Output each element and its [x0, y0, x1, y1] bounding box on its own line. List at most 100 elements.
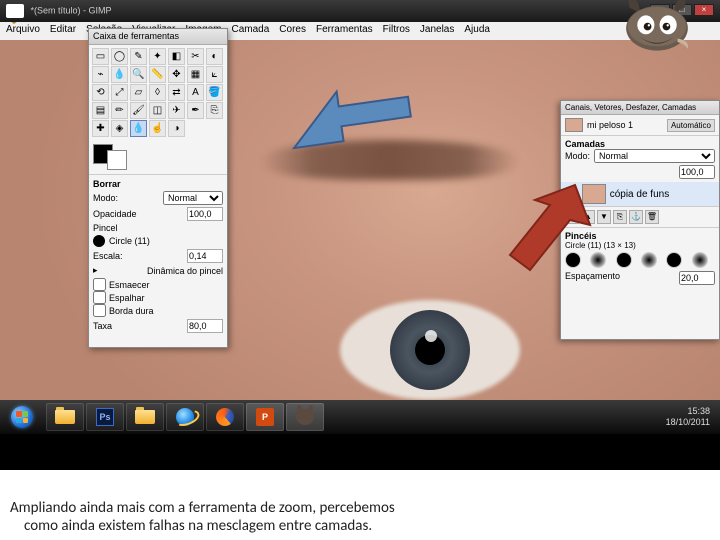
windows-logo-icon	[11, 406, 33, 428]
menu-ferramentas[interactable]: Ferramentas	[316, 24, 373, 38]
menu-editar[interactable]: Editar	[50, 24, 76, 38]
cb-esmaecer[interactable]: Esmaecer	[93, 278, 223, 291]
tool-paths[interactable]: ⌁	[92, 66, 109, 83]
start-button[interactable]	[4, 403, 40, 431]
tool-airbrush[interactable]: ✈	[168, 102, 185, 119]
tool-align[interactable]: ▦	[187, 66, 204, 83]
task-ie[interactable]	[166, 403, 204, 431]
tool-heal[interactable]: ✚	[92, 120, 109, 137]
brush-preview-icon	[93, 235, 105, 247]
mode-label: Modo:	[93, 193, 118, 203]
menu-janelas[interactable]: Janelas	[420, 24, 454, 38]
slide-caption: Ampliando ainda mais com a ferramenta de…	[0, 496, 720, 540]
layer-opacity-input[interactable]	[679, 165, 715, 179]
gimp-mascot-icon	[612, 0, 702, 54]
tool-smudge[interactable]: ☝	[149, 120, 166, 137]
tool-free-select[interactable]: ✎	[130, 48, 147, 65]
tool-flip[interactable]: ⇄	[168, 84, 185, 101]
brush-label: Pincel	[93, 223, 118, 233]
caption-line2: como ainda existem falhas na mesclagem e…	[10, 517, 710, 535]
image-eye	[340, 300, 520, 400]
task-gimp[interactable]	[286, 403, 324, 431]
scale-label: Escala:	[93, 251, 123, 261]
tool-perspective-clone[interactable]: ◈	[111, 120, 128, 137]
brush-item[interactable]	[692, 252, 708, 268]
tool-eraser[interactable]: ◫	[149, 102, 166, 119]
window-title: *(Sem título) - GIMP	[31, 5, 112, 15]
brush-item[interactable]	[616, 252, 632, 268]
brush-item[interactable]	[641, 252, 657, 268]
brush-item[interactable]	[666, 252, 682, 268]
auto-button[interactable]: Automático	[667, 119, 715, 132]
menu-ajuda[interactable]: Ajuda	[464, 24, 490, 38]
menu-filtros[interactable]: Filtros	[383, 24, 410, 38]
tool-foreground[interactable]: ◐	[206, 48, 223, 65]
tool-color-picker[interactable]: 💧	[111, 66, 128, 83]
folder-icon	[55, 410, 75, 424]
menu-arquivo[interactable]: Arquivo	[6, 24, 40, 38]
tool-dodge[interactable]: ◑	[168, 120, 185, 137]
menu-cores[interactable]: Cores	[279, 24, 306, 38]
menu-camada[interactable]: Camada	[231, 24, 269, 38]
firefox-icon	[216, 408, 234, 426]
tool-move[interactable]: ✥	[168, 66, 185, 83]
tool-paintbrush[interactable]: 🖌	[130, 102, 147, 119]
rate-label: Taxa	[93, 321, 112, 331]
tool-rect-select[interactable]: ▭	[92, 48, 109, 65]
tool-crop[interactable]: ⟀	[206, 66, 223, 83]
tool-scale[interactable]: ⤢	[111, 84, 128, 101]
tool-grid: ▭ ◯ ✎ ✦ ◧ ✂ ◐ ⌁ 💧 🔍 📏 ✥ ▦ ⟀ ⟲ ⤢ ▱ ◊ ⇄ A …	[89, 45, 227, 140]
layers-tabs[interactable]: Canais, Vetores, Desfazer, Camadas	[561, 101, 719, 115]
image-thumb	[565, 118, 583, 132]
tool-text[interactable]: A	[187, 84, 204, 101]
layer-mode-label: Modo:	[565, 151, 590, 161]
task-folder[interactable]	[126, 403, 164, 431]
brush-name: Circle (11)	[105, 236, 223, 246]
gimp-screenshot: I ANOS *(Sem título) - GIMP – □ × Arquiv…	[0, 0, 720, 470]
annotation-arrow-red	[490, 175, 600, 285]
opacity-input[interactable]	[187, 207, 223, 221]
layer-mode-select[interactable]: Normal	[594, 149, 715, 163]
powerpoint-icon: P	[256, 408, 274, 426]
tool-zoom[interactable]: 🔍	[130, 66, 147, 83]
tool-fuzzy-select[interactable]: ✦	[149, 48, 166, 65]
tool-measure[interactable]: 📏	[149, 66, 166, 83]
folder-icon	[135, 410, 155, 424]
dup-layer-icon[interactable]: ⎘	[613, 210, 627, 224]
background-color[interactable]	[107, 150, 127, 170]
tool-clone[interactable]: ⎘	[206, 102, 223, 119]
tool-shear[interactable]: ▱	[130, 84, 147, 101]
task-powerpoint[interactable]: P	[246, 403, 284, 431]
tool-blend[interactable]: ▤	[92, 102, 109, 119]
dynamics-label[interactable]: Dinâmica do pincel	[147, 266, 223, 276]
tray-time: 15:38	[666, 406, 710, 417]
system-tray[interactable]: 15:38 18/10/2011	[666, 406, 716, 428]
caption-line1: Ampliando ainda mais com a ferramenta de…	[10, 499, 710, 517]
tool-ink[interactable]: ✒	[187, 102, 204, 119]
task-firefox[interactable]	[206, 403, 244, 431]
opacity-label: Opacidade	[93, 209, 137, 219]
cb-espalhar[interactable]: Espalhar	[93, 291, 223, 304]
tool-rotate[interactable]: ⟲	[92, 84, 109, 101]
layer-name: cópia de funs	[610, 189, 670, 200]
tray-date: 18/10/2011	[666, 417, 710, 428]
rate-input[interactable]	[187, 319, 223, 333]
windows-taskbar: Ps P 15:38 18/10/2011	[0, 400, 720, 434]
tool-ellipse-select[interactable]: ◯	[111, 48, 128, 65]
spacing-input[interactable]	[679, 271, 715, 285]
tool-perspective[interactable]: ◊	[149, 84, 166, 101]
tool-color-select[interactable]: ◧	[168, 48, 185, 65]
cb-borda[interactable]: Borda dura	[93, 304, 223, 317]
scale-input[interactable]	[187, 249, 223, 263]
anchor-layer-icon[interactable]: ⚓	[629, 210, 643, 224]
tool-pencil[interactable]: ✏	[111, 102, 128, 119]
app-logo	[6, 4, 24, 18]
internet-explorer-icon	[176, 408, 194, 426]
task-explorer[interactable]	[46, 403, 84, 431]
delete-layer-icon[interactable]: 🗑	[645, 210, 659, 224]
tool-bucket[interactable]: 🪣	[206, 84, 223, 101]
tool-scissors[interactable]: ✂	[187, 48, 204, 65]
task-photoshop[interactable]: Ps	[86, 403, 124, 431]
mode-select[interactable]: Normal	[163, 191, 223, 205]
tool-blur[interactable]: 💧	[130, 120, 147, 137]
